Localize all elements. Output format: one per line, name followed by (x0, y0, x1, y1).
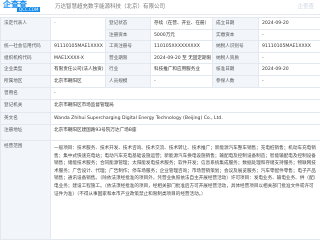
qcc-logo[interactable]: 企查查 QCC.COM (3, 1, 47, 13)
label-legal-rep: 法定代表人 (1, 18, 51, 41)
label-english-name: 英文名 (1, 113, 51, 125)
value-approve-date: 2024-09-20 (259, 64, 320, 76)
page-header: 企查查 QCC.COM 万达智慧超充数字能源科技（北京）有限公司 企查查 (0, 0, 320, 15)
label-address: 注册地址 (1, 125, 51, 141)
label-org-code: 组织机构代码 (1, 53, 51, 64)
value-status: 存续（在营、开业、在册） (151, 18, 213, 30)
logo-subtitle: QCC.COM (17, 7, 41, 12)
label-tax-quali: 纳税人资质 (213, 53, 259, 64)
label-founded: 成立日期 (213, 18, 259, 30)
label-region: 所属地区 (1, 76, 51, 88)
value-tax-quali: - (259, 53, 320, 64)
value-reg-no: 110105XXXXXXXXX (151, 41, 213, 53)
label-former-name: 曾用名 (1, 88, 51, 100)
label-status: 登记状态 (106, 18, 151, 30)
value-industry: 科技推广和应用服务业 (151, 64, 213, 76)
label-industry: 行业 (106, 64, 151, 76)
value-founded: 2024-09-20 (259, 18, 320, 30)
label-business-scope: 经营范围 (1, 141, 51, 240)
label-approve-date: 核准日期 (213, 64, 259, 76)
label-term: 营业期限 (106, 53, 151, 64)
value-business-scope: 一般项目：技术服务、技术开发、技术咨询、技术交流、技术转让、技术推广；新能源汽车… (51, 141, 320, 240)
label-staff: 人员规模 (106, 76, 151, 88)
label-insured: 参保人数 (213, 76, 259, 88)
value-english-name: Wanda Zhihui Supercharging Digital Energ… (51, 113, 320, 125)
label-paid-capital: 实缴资本 (213, 30, 259, 41)
value-region: 北京市朝阳区 (51, 76, 106, 88)
value-org-code: MAE1XXXX-X (51, 53, 106, 64)
value-reg-capital: 5000万元 (151, 30, 213, 41)
value-insured: - (259, 76, 320, 88)
label-tax-id: 纳税人识别号 (213, 41, 259, 53)
value-authority: 北京市朝阳区市场监督管理局 (51, 100, 320, 113)
value-paid-capital: - (259, 30, 320, 41)
watermark: 企查查 (297, 4, 314, 10)
value-credit-code: 91110105MAE1XXXX (51, 41, 106, 53)
label-reg-capital: 注册资本 (106, 30, 151, 41)
value-term: 2024-09-20 至 无固定期限 (151, 53, 213, 64)
value-former-name: - (51, 88, 320, 100)
company-info-table: 法定代表人 - 登记状态 存续（在营、开业、在册） 成立日期 2024-09-2… (0, 17, 320, 240)
company-title: 万达智慧超充数字能源科技（北京）有限公司 (55, 4, 166, 10)
value-type: 有限责任公司(法人独资) (51, 64, 106, 76)
value-staff: - (151, 76, 213, 88)
value-legal-rep[interactable]: - (51, 18, 106, 41)
value-tax-id: 91110105MAE1XXXX (259, 41, 320, 53)
value-address: 北京市朝阳区建国路93号院万达广场B座 (51, 125, 320, 141)
label-credit-code: 统一社会信用代码 (1, 41, 51, 53)
label-reg-no: 工商注册号 (106, 41, 151, 53)
label-authority: 登记机关 (1, 100, 51, 113)
label-type: 企业类型 (1, 64, 51, 76)
